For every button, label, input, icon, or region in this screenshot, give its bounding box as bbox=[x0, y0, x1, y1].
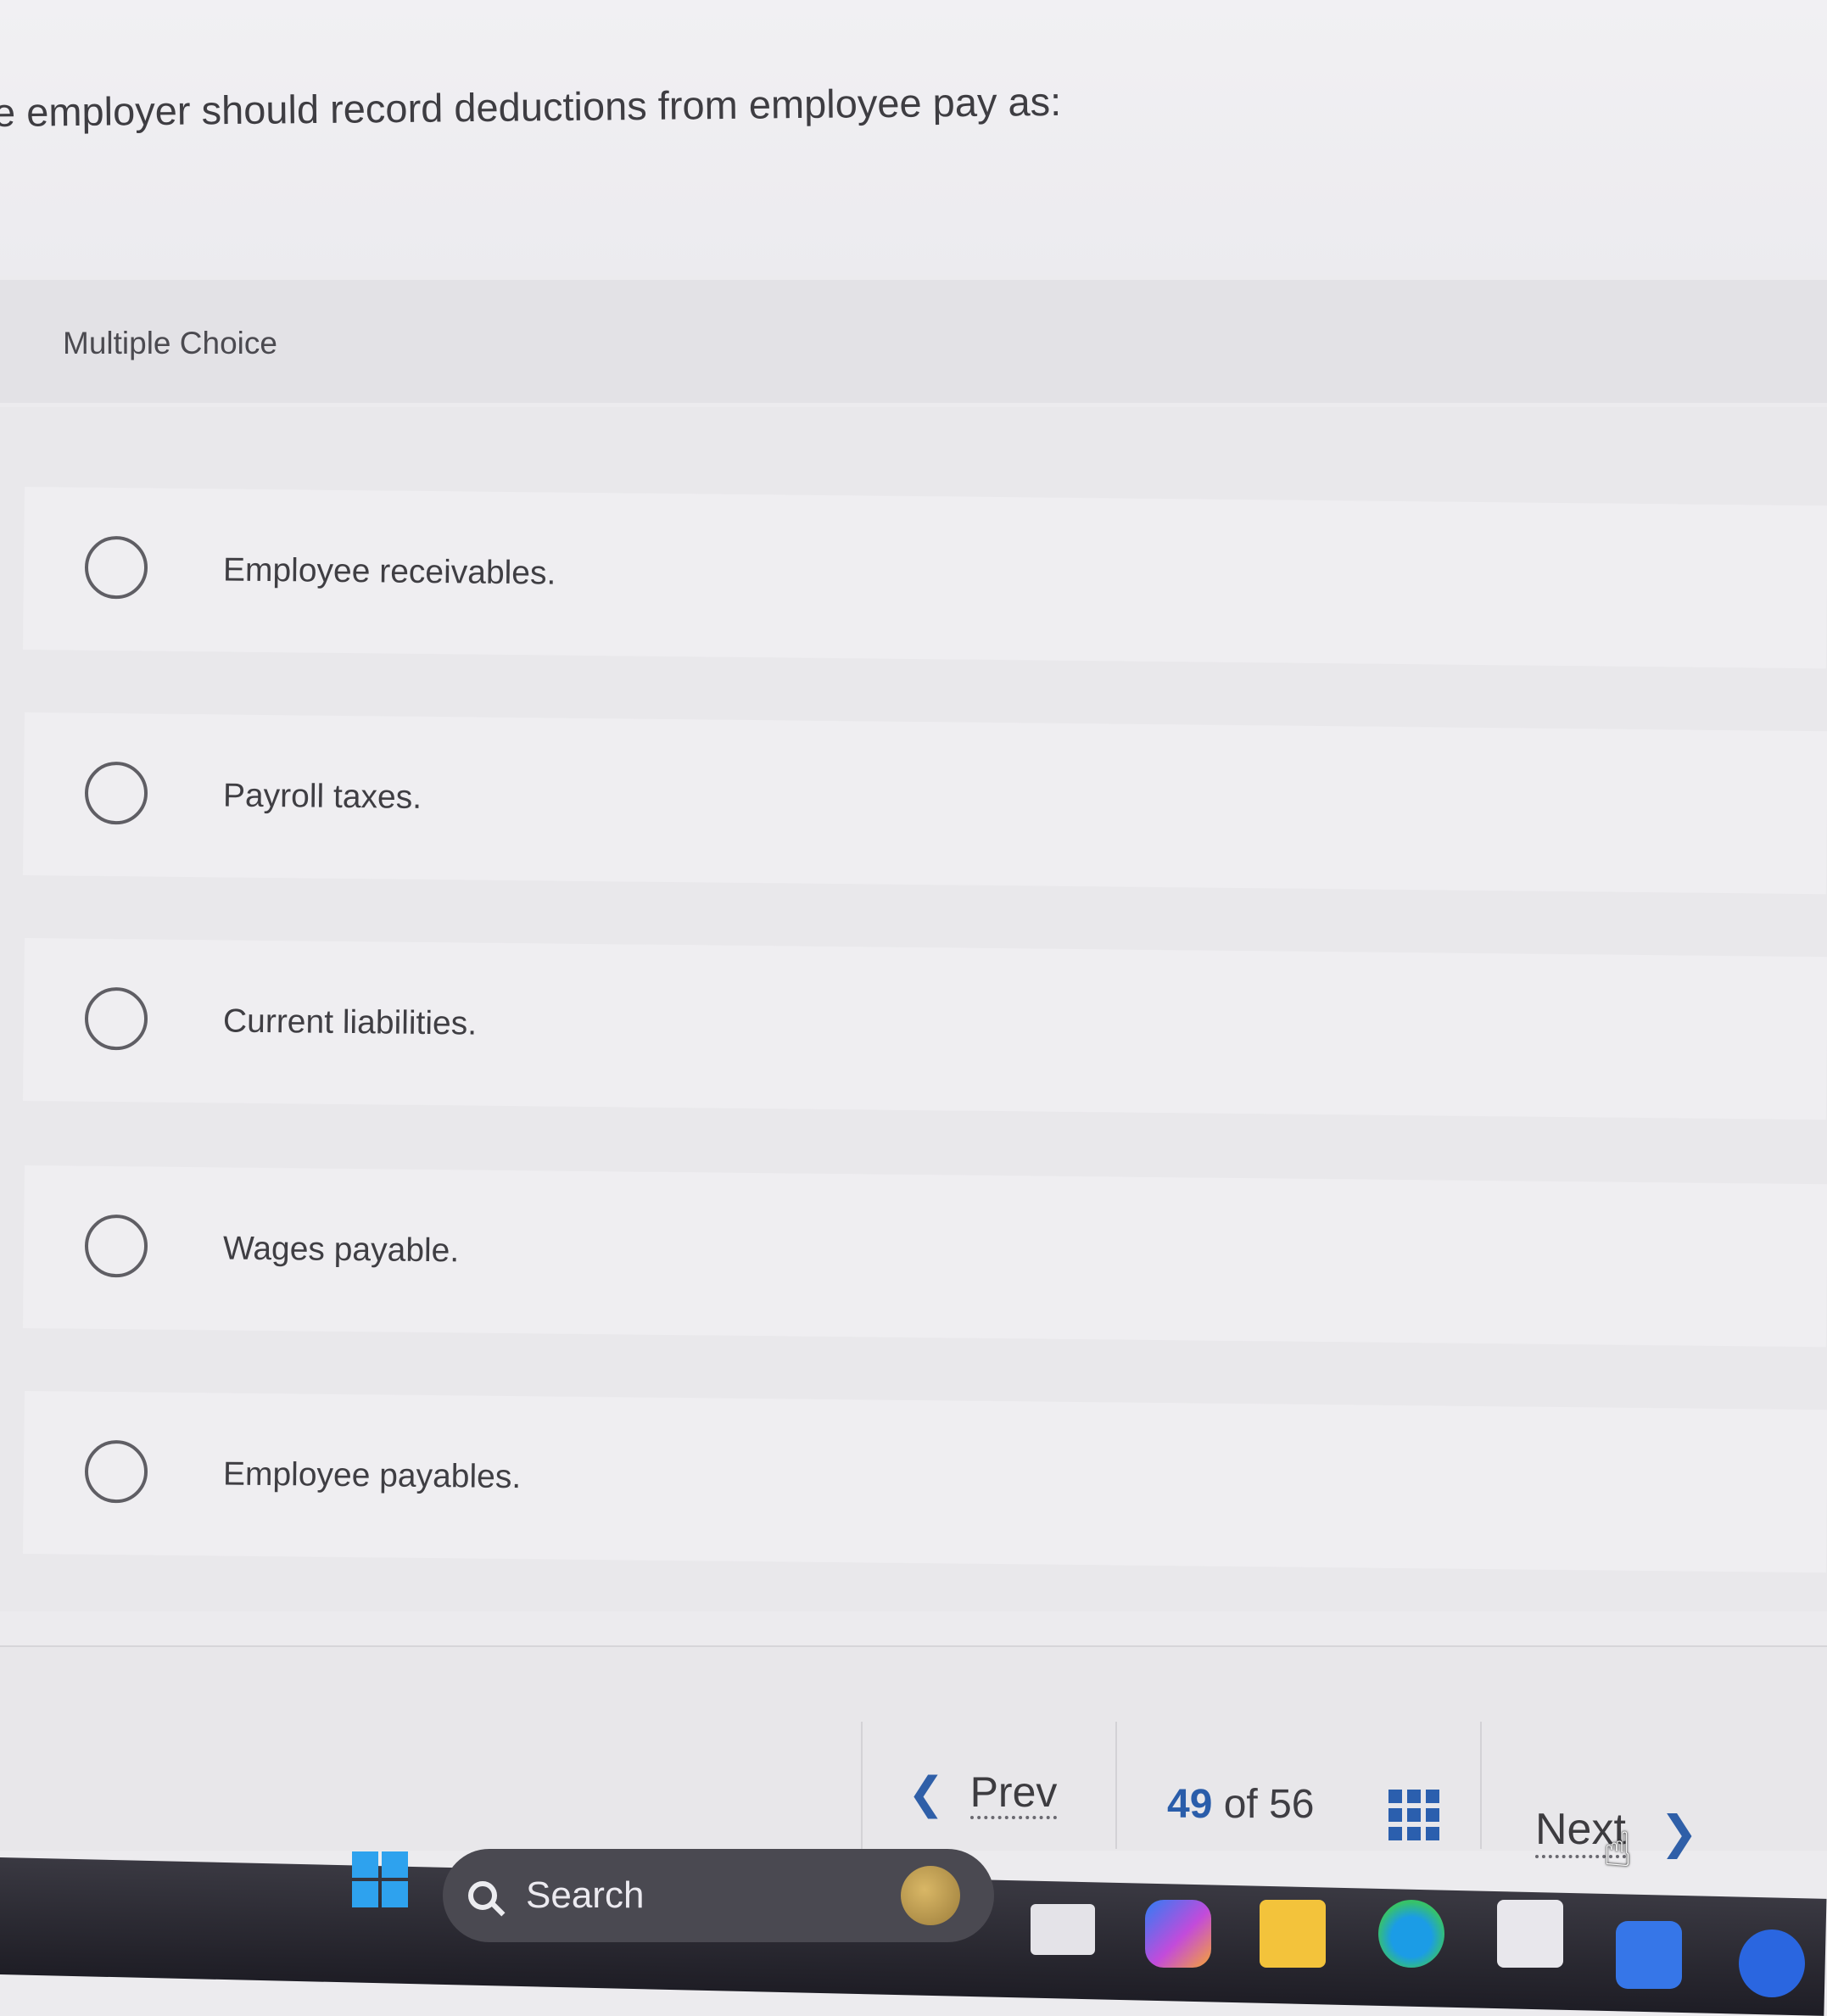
copilot-icon[interactable] bbox=[1145, 1900, 1211, 1968]
radio-button[interactable] bbox=[84, 986, 148, 1051]
choice-option[interactable]: Employee receivables. bbox=[22, 487, 1827, 669]
choice-label: Employee payables. bbox=[222, 1455, 522, 1496]
question-area: e employer should record deductions from… bbox=[0, 0, 1827, 276]
choice-label: Employee receivables. bbox=[222, 551, 556, 592]
file-explorer-icon[interactable] bbox=[1260, 1900, 1326, 1968]
app-icon[interactable] bbox=[1739, 1929, 1805, 1997]
nav-divider bbox=[1480, 1722, 1482, 1849]
choice-option[interactable]: Employee payables. bbox=[22, 1391, 1827, 1573]
of-label: of bbox=[1223, 1782, 1258, 1827]
chevron-left-icon: ❮ bbox=[908, 1769, 945, 1818]
prev-button[interactable]: ❮ Prev bbox=[908, 1764, 1058, 1823]
total-pages: 56 bbox=[1269, 1782, 1315, 1827]
edge-icon[interactable] bbox=[1378, 1900, 1444, 1968]
microsoft-store-icon[interactable] bbox=[1497, 1900, 1563, 1968]
radio-button[interactable] bbox=[84, 761, 148, 825]
radio-button[interactable] bbox=[84, 1214, 148, 1278]
nav-divider bbox=[1115, 1722, 1117, 1849]
task-view-icon[interactable] bbox=[1031, 1904, 1095, 1955]
question-type-label: Multiple Choice bbox=[63, 326, 277, 360]
radio-button[interactable] bbox=[84, 1439, 148, 1504]
question-text: e employer should record deductions from… bbox=[0, 78, 1062, 135]
nav-divider bbox=[861, 1722, 863, 1849]
radio-button[interactable] bbox=[84, 535, 148, 600]
current-page: 49 bbox=[1167, 1782, 1213, 1827]
search-icon bbox=[468, 1881, 497, 1910]
search-label: Search bbox=[526, 1874, 645, 1916]
chevron-right-icon: ❯ bbox=[1659, 1807, 1699, 1858]
choice-label: Payroll taxes. bbox=[222, 777, 422, 816]
search-highlight-icon bbox=[901, 1866, 960, 1925]
choice-option[interactable]: Wages payable. bbox=[22, 1165, 1827, 1348]
page-counter: 49 of 56 bbox=[1167, 1781, 1315, 1828]
choice-label: Current liabilities. bbox=[222, 1002, 478, 1042]
choice-option[interactable]: Payroll taxes. bbox=[22, 712, 1827, 895]
taskbar-search[interactable]: Search bbox=[443, 1849, 994, 1942]
question-grid-icon[interactable] bbox=[1388, 1790, 1439, 1840]
prev-label: Prev bbox=[969, 1768, 1058, 1819]
app-icon[interactable] bbox=[1616, 1921, 1682, 1989]
windows-start-icon[interactable] bbox=[352, 1851, 408, 1907]
choice-label: Wages payable. bbox=[222, 1230, 460, 1270]
choice-option[interactable]: Current liabilities. bbox=[22, 938, 1827, 1120]
hand-cursor-icon: ☝ bbox=[1603, 1823, 1633, 1876]
